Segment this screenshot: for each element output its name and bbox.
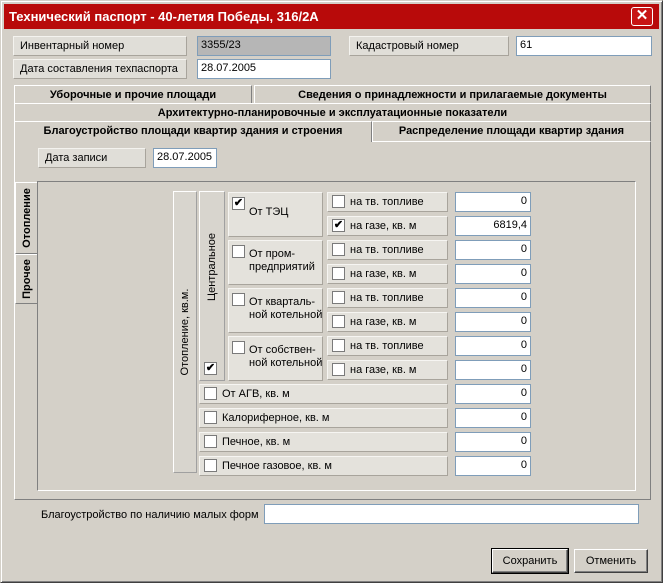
heating-source-label: От пром- предприятий [249,248,315,273]
small-forms-label: Благоустройство по наличию малых форм [41,509,259,521]
side-tab-heating-label: Отопление [20,188,33,248]
fuel-label: на газе, кв. м [350,364,417,376]
fuel-label: на тв. топливе [350,292,424,304]
save-button[interactable]: Сохранить [491,548,569,574]
fuel-value-field[interactable]: 0 [455,312,531,332]
inventory-label: Инвентарный номер [13,36,187,56]
fuel-checkbox[interactable] [332,243,345,256]
heating-source-checkbox[interactable]: ✔ [232,197,245,210]
fuel-checkbox[interactable] [332,315,345,328]
other-heating-value-field[interactable]: 0 [455,456,531,476]
title-bar: Технический паспорт - 40-летия Победы, 3… [4,4,659,29]
fuel-checkbox[interactable] [332,291,345,304]
close-icon: ✕ [635,7,649,24]
cadastral-field[interactable]: 61 [516,36,652,56]
other-heating-checkbox[interactable] [204,435,217,448]
heating-source-checkbox[interactable] [232,245,245,258]
other-heating-checkbox[interactable] [204,387,217,400]
fuel-value-field[interactable]: 0 [455,240,531,260]
fuel-value-field[interactable]: 0 [455,192,531,212]
fuel-label: на газе, кв. м [350,220,417,232]
small-forms-field[interactable] [264,504,639,524]
heating-group-label: Отопление, кв.м. [179,288,191,376]
cancel-button[interactable]: Отменить [574,549,648,573]
record-date-field[interactable]: 28.07.2005 [153,148,217,168]
fuel-checkbox[interactable] [332,195,345,208]
heating-source-checkbox[interactable] [232,341,245,354]
tab-architecture-indicators[interactable]: Архитектурно-планировочные и эксплуатаци… [14,103,651,123]
passport-date-field[interactable]: 28.07.2005 [197,59,331,79]
side-tab-heating[interactable]: Отопление [15,182,37,254]
central-group: Центральное [199,191,225,381]
fuel-label: на тв. топливе [350,340,424,352]
fuel-checkbox[interactable] [332,339,345,352]
fuel-value-field[interactable]: 6819,4 [455,216,531,236]
fuel-checkbox[interactable]: ✔ [332,219,345,232]
fuel-checkbox[interactable] [332,363,345,376]
tab-ownership-documents[interactable]: Сведения о принадлежности и прилагаемые … [254,85,651,105]
other-heating-value-field[interactable]: 0 [455,408,531,428]
heating-source-label: От кварталь- ной котельной [249,296,323,321]
other-heating-label: От АГВ, кв. м [222,388,290,400]
other-heating-label: Печное, кв. м [222,436,291,448]
inventory-field[interactable]: 3355/23 [197,36,331,56]
heating-source-checkbox[interactable] [232,293,245,306]
window: Технический паспорт - 40-летия Победы, 3… [0,0,663,583]
side-tab-other[interactable]: Прочее [15,254,37,304]
fuel-value-field[interactable]: 0 [455,288,531,308]
other-heating-checkbox[interactable] [204,459,217,472]
heating-source-label: От собствен- ной котельной [249,344,323,369]
fuel-label: на тв. топливе [350,244,424,256]
passport-date-label: Дата составления техпаспорта [13,59,187,79]
fuel-value-field[interactable]: 0 [455,336,531,356]
fuel-checkbox[interactable] [332,267,345,280]
tab-area-distribution[interactable]: Распределение площади квартир здания [372,121,651,141]
tab-cleaning-areas[interactable]: Уборочные и прочие площади [14,85,252,105]
other-heating-label: Печное газовое, кв. м [222,460,332,472]
side-tab-other-label: Прочее [20,259,33,299]
other-heating-value-field[interactable]: 0 [455,384,531,404]
cadastral-label: Кадастровый номер [349,36,509,56]
central-checkbox[interactable]: ✔ [204,362,217,375]
fuel-value-field[interactable]: 0 [455,360,531,380]
fuel-value-field[interactable]: 0 [455,264,531,284]
heating-source-label: От ТЭЦ [249,206,289,218]
central-group-label: Центральное [206,233,218,302]
heating-group: Отопление, кв.м. [173,191,197,473]
fuel-label: на газе, кв. м [350,316,417,328]
fuel-label: на газе, кв. м [350,268,417,280]
other-heating-label: Калориферное, кв. м [222,412,330,424]
tab-improvement[interactable]: Благоустройство площади квартир здания и… [14,121,372,142]
other-heating-value-field[interactable]: 0 [455,432,531,452]
close-button[interactable]: ✕ [631,7,653,26]
window-title: Технический паспорт - 40-летия Победы, 3… [9,9,319,24]
record-date-label: Дата записи [38,148,146,168]
other-heating-checkbox[interactable] [204,411,217,424]
fuel-label: на тв. топливе [350,196,424,208]
